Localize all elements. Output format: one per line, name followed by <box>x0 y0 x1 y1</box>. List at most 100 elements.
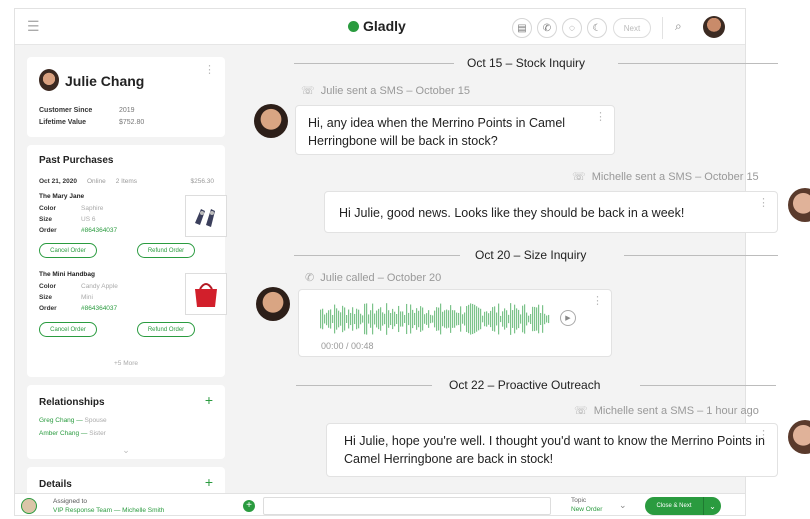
assigned-to-label: Assigned to <box>53 498 87 505</box>
relationships-title: Relationships <box>39 397 105 408</box>
message-text: Hi, any idea when the Merrino Points in … <box>308 116 566 148</box>
order-item-count: 2 Items <box>115 178 138 185</box>
agent-avatar[interactable] <box>703 16 725 38</box>
handbag-image <box>195 283 217 307</box>
order-label: Order <box>39 305 57 312</box>
agent-avatar <box>788 420 810 454</box>
size-label: Size <box>39 294 53 301</box>
order-amount: $256.30 <box>190 178 215 185</box>
size-value: US 6 <box>81 216 96 223</box>
brand-name: Gladly <box>363 18 406 34</box>
relationship-item[interactable]: Amber Chang — Sister <box>39 430 106 437</box>
shoe-image <box>195 209 215 227</box>
date-divider-line <box>294 63 454 64</box>
section-date: Oct 20 – Size Inquiry <box>475 248 587 262</box>
customer-name: Julie Chang <box>65 73 145 89</box>
order-channel: Online <box>86 178 106 185</box>
inbox-icon[interactable]: ▤ <box>512 18 532 38</box>
item-color-row: Color Saphire <box>39 205 103 212</box>
cancel-order-button[interactable]: Cancel Order <box>39 243 97 258</box>
message-bubble: Hi, any idea when the Merrino Points in … <box>295 105 615 155</box>
sms-icon: ☏ <box>572 171 586 183</box>
more-options-icon[interactable]: ⋮ <box>592 296 603 307</box>
call-duration: 00:00 / 00:48 <box>321 341 374 351</box>
close-and-next-button[interactable]: Close & Next ⌄ <box>645 497 721 515</box>
customer-avatar <box>39 69 59 91</box>
brand-logo: Gladly <box>348 18 406 34</box>
handbag-thumbnail <box>185 273 227 315</box>
message-composer[interactable] <box>263 497 551 515</box>
event-meta: ☏ Michelle sent a SMS – October 15 <box>572 170 759 184</box>
date-divider-line <box>296 385 432 386</box>
play-icon[interactable]: ▶ <box>560 310 576 326</box>
section-date: Oct 22 – Proactive Outreach <box>449 378 601 392</box>
event-meta-text: Julie called – October 20 <box>320 271 442 284</box>
event-meta-text: Michelle sent a SMS – October 15 <box>591 170 759 183</box>
next-button[interactable]: Next <box>613 18 651 38</box>
customer-since-row: Customer Since 2019 <box>39 107 135 114</box>
moon-icon[interactable]: ☾ <box>587 18 607 38</box>
customer-card: Julie Chang ⋮ Customer Since 2019 Lifeti… <box>27 57 225 137</box>
cancel-order-button[interactable]: Cancel Order <box>39 322 97 337</box>
add-detail-icon[interactable]: + <box>205 475 213 489</box>
customer-avatar <box>256 287 290 321</box>
phone-icon: ✆ <box>305 272 315 284</box>
customer-avatar <box>254 104 288 138</box>
date-divider-line <box>640 385 776 386</box>
close-and-next-label: Close & Next <box>656 503 692 509</box>
customer-sidebar: Julie Chang ⋮ Customer Since 2019 Lifeti… <box>15 46 240 507</box>
date-divider-line <box>624 255 778 256</box>
color-label: Color <box>39 205 56 212</box>
size-value: Mini <box>81 294 93 301</box>
more-options-icon[interactable]: ⋮ <box>758 198 769 209</box>
phone-icon[interactable]: ✆ <box>537 18 557 38</box>
bottom-bar: Assigned to VIP Response Team — Michelle… <box>15 493 745 515</box>
past-purchases-title: Past Purchases <box>39 155 114 166</box>
order-number-link[interactable]: #864364037 <box>81 227 117 234</box>
top-bar: ☰ Gladly ▤ ✆ ◌ ☾ Next ⌕ <box>15 9 745 45</box>
message-text: Hi Julie, good news. Looks like they sho… <box>339 206 685 220</box>
more-options-icon[interactable]: ⋮ <box>758 430 769 441</box>
refund-order-button[interactable]: Refund Order <box>137 243 195 258</box>
hamburger-menu-icon[interactable]: ☰ <box>27 18 40 35</box>
chevron-down-icon[interactable]: ⌄ <box>704 502 721 511</box>
refund-order-button[interactable]: Refund Order <box>137 322 195 337</box>
item-name: The Mini Handbag <box>39 271 95 278</box>
relationship-item[interactable]: Greg Chang — Spouse <box>39 417 107 424</box>
chevron-down-icon[interactable]: ⌄ <box>619 500 627 511</box>
item-color-row: Color Candy Apple <box>39 283 118 290</box>
color-value: Saphire <box>81 205 104 212</box>
event-meta: ☏ Michelle sent a SMS – 1 hour ago <box>574 404 759 418</box>
details-title: Details <box>39 479 72 490</box>
lifetime-value: $752.80 <box>119 119 145 126</box>
search-icon[interactable]: ⌕ <box>675 19 682 34</box>
order-number-link[interactable]: #864364037 <box>81 305 117 312</box>
event-meta-text: Julie sent a SMS – October 15 <box>320 84 470 97</box>
assigned-to-value[interactable]: VIP Response Team — Michelle Smith <box>53 507 164 514</box>
customer-since-label: Customer Since <box>39 107 93 114</box>
toolbar-divider <box>662 17 663 39</box>
assignee-avatar[interactable] <box>21 498 37 514</box>
past-purchases-card: Past Purchases Oct 21, 2020 Online 2 Ite… <box>27 145 227 377</box>
topic-value[interactable]: New Order <box>571 506 602 513</box>
item-size-row: Size US 6 <box>39 216 95 223</box>
size-label: Size <box>39 216 53 223</box>
show-more-link[interactable]: +5 More <box>27 360 225 367</box>
audio-waveform[interactable] <box>320 302 550 336</box>
add-icon[interactable]: + <box>243 500 255 512</box>
shoe-thumbnail <box>185 195 227 237</box>
section-date: Oct 15 – Stock Inquiry <box>467 56 586 70</box>
more-options-icon[interactable]: ⋮ <box>204 65 215 76</box>
add-relationship-icon[interactable]: + <box>205 393 213 407</box>
chat-icon[interactable]: ◌ <box>562 18 582 38</box>
order-date: Oct 21, 2020 <box>39 178 77 185</box>
order-header: Oct 21, 2020 Online 2 Items $256.30 <box>39 178 214 185</box>
item-order-row: Order #864364037 <box>39 227 117 234</box>
lifetime-value-row: Lifetime Value $752.80 <box>39 119 144 126</box>
relationship-name: Greg Chang <box>39 417 75 424</box>
color-value: Candy Apple <box>81 283 118 290</box>
relationship-role: Sister <box>89 430 106 437</box>
gladly-logo-icon <box>348 20 359 32</box>
chevron-down-icon[interactable]: ⌄ <box>27 445 225 456</box>
more-options-icon[interactable]: ⋮ <box>595 112 606 123</box>
